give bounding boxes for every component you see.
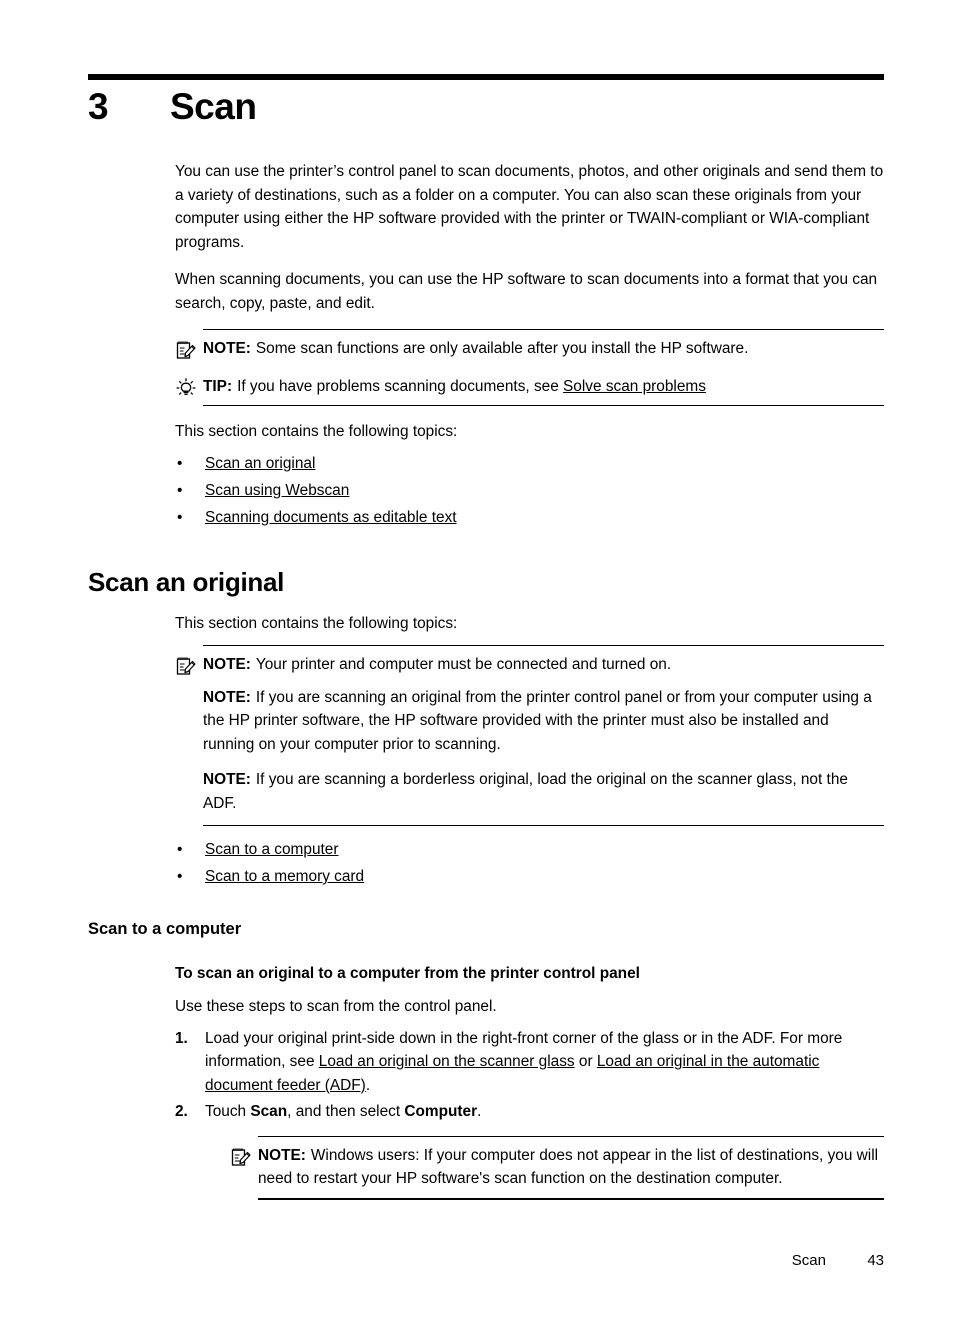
bullet-glyph: • (177, 454, 183, 472)
step-note-group: NOTE: Windows users: If your computer doe… (230, 1135, 884, 1200)
note-label: NOTE: (203, 771, 251, 788)
footer-inner: Scan 43 (792, 1252, 884, 1269)
subsection-title-scan-to-computer: Scan to a computer (88, 920, 242, 938)
note-text: If you are scanning an original from the… (203, 688, 872, 753)
link-load-original-scanner-glass[interactable]: Load an original on the scanner glass (319, 1053, 575, 1070)
link-scanning-documents-editable-text[interactable]: Scanning documents as editable text (205, 509, 457, 526)
tip-callout-text: TIP: If you have problems scanning docume… (203, 378, 706, 395)
scan-original-note-group: NOTE: Your printer and computer must be c… (175, 645, 884, 826)
step-text-part-3: . (365, 1076, 371, 1094)
tip-label: TIP: (203, 377, 233, 395)
note-pad-pencil-icon (175, 339, 197, 361)
step-text-part-1: Touch (205, 1103, 251, 1120)
note-callout: NOTE: If you are scanning a borderless or… (175, 766, 884, 825)
note-callout: NOTE: Your printer and computer must be c… (175, 646, 884, 684)
chapter-header: 3 Scan (88, 86, 884, 128)
intro-callout-group: NOTE: Some scan functions are only availa… (175, 329, 884, 406)
procedure-title: To scan an original to a computer from t… (175, 965, 640, 982)
note-callout-text: NOTE: Windows users: If your computer doe… (258, 1147, 878, 1188)
note-callout: NOTE: Windows users: If your computer doe… (230, 1137, 884, 1198)
bullet-glyph: • (177, 841, 183, 858)
section-lead-block: This section contains the following topi… (175, 612, 884, 636)
chapter-header-rule (88, 74, 884, 80)
document-page: 3 Scan You can use the printer’s control… (0, 0, 954, 1321)
link-scan-using-webscan[interactable]: Scan using Webscan (205, 482, 349, 499)
step-text-part-2: , and then select (287, 1103, 405, 1120)
topics-list: • Scan an original • Scan using Webscan • S… (175, 450, 884, 531)
note-callout-text: NOTE: Some scan functions are only availa… (203, 340, 748, 357)
note-label: NOTE: (203, 340, 251, 357)
page-title: Scan an original (88, 566, 285, 597)
page-content: You can use the printer’s control panel … (0, 160, 954, 1200)
intro-paragraph-2: When scanning documents, you can use the… (175, 271, 878, 312)
link-scan-to-a-memory-card[interactable]: Scan to a memory card (205, 868, 364, 885)
intro-paragraph-1: You can use the printer’s control panel … (175, 163, 884, 251)
procedure-steps: 1. Load your original print-side down in … (175, 1027, 884, 1124)
topics-lead: This section contains the following topi… (175, 423, 458, 440)
topics-block: This section contains the following topi… (175, 420, 884, 531)
procedure-block: To scan an original to a computer from t… (175, 965, 884, 1200)
note-label: NOTE: (258, 1146, 306, 1164)
scan-original-topics-block: • Scan to a computer • Scan to a memory ca… (175, 836, 884, 890)
link-scan-an-original[interactable]: Scan an original (205, 455, 315, 472)
footer-chapter-name: Scan (791, 1252, 826, 1269)
footer-page-number: 43 (867, 1252, 884, 1269)
chapter-title: Scan (170, 86, 257, 127)
tip-text: If you have problems scanning documents,… (237, 377, 564, 395)
procedure-step-2: 2. Touch Scan, and then select Computer. (175, 1100, 884, 1124)
list-item[interactable]: • Scanning documents as editable text (175, 504, 884, 531)
lightbulb-icon (175, 377, 197, 399)
note-pad-pencil-icon (175, 655, 197, 677)
step-text-part-2: or (574, 1053, 597, 1070)
note-text: Some scan functions are only available a… (255, 340, 749, 357)
link-solve-scan-problems[interactable]: Solve scan problems (563, 378, 706, 395)
ui-term-computer: Computer (404, 1103, 478, 1120)
note-label: NOTE: (203, 688, 251, 706)
note-callout-text: NOTE: Your printer and computer must be c… (203, 656, 671, 673)
section-lead: This section contains the following topi… (175, 614, 458, 632)
scan-original-topics-list: • Scan to a computer • Scan to a memory ca… (175, 836, 884, 890)
tip-callout: TIP: If you have problems scanning docume… (175, 368, 884, 406)
list-item[interactable]: • Scan to a computer (175, 836, 884, 863)
callout-rule-bottom (203, 405, 884, 406)
step-number: 2. (175, 1103, 188, 1120)
note-pad-pencil-icon (230, 1146, 252, 1168)
step-text-part-3: . (477, 1103, 482, 1120)
callout-rule-bottom (203, 825, 884, 826)
chapter-number: 3 (88, 86, 109, 127)
step-number: 1. (175, 1029, 188, 1047)
procedure-step-1: 1. Load your original print-side down in … (175, 1027, 884, 1098)
intro-block: You can use the printer’s control panel … (175, 160, 884, 315)
note-text: Your printer and computer must be connec… (255, 656, 672, 673)
list-item[interactable]: • Scan to a memory card (175, 863, 884, 890)
bullet-glyph: • (177, 868, 183, 885)
procedure-lead: Use these steps to scan from the control… (175, 998, 497, 1015)
note-callout: NOTE: Some scan functions are only availa… (175, 330, 884, 368)
bullet-glyph: • (177, 508, 183, 526)
note-text: If you are scanning a borderless origina… (203, 771, 848, 812)
note-callout: NOTE: If you are scanning an original fro… (175, 684, 884, 767)
list-item[interactable]: • Scan an original (175, 450, 884, 477)
callout-rule-bottom (258, 1197, 884, 1200)
note-callout-text: NOTE: If you are scanning an original fro… (203, 689, 872, 753)
bullet-glyph: • (177, 481, 183, 499)
ui-term-scan: Scan (250, 1103, 288, 1120)
note-label: NOTE: (203, 656, 251, 673)
list-item[interactable]: • Scan using Webscan (175, 477, 884, 504)
note-text: Windows users: If your computer does not… (258, 1146, 879, 1188)
link-scan-to-a-computer[interactable]: Scan to a computer (205, 841, 338, 858)
note-callout-text: NOTE: If you are scanning a borderless or… (203, 771, 848, 812)
